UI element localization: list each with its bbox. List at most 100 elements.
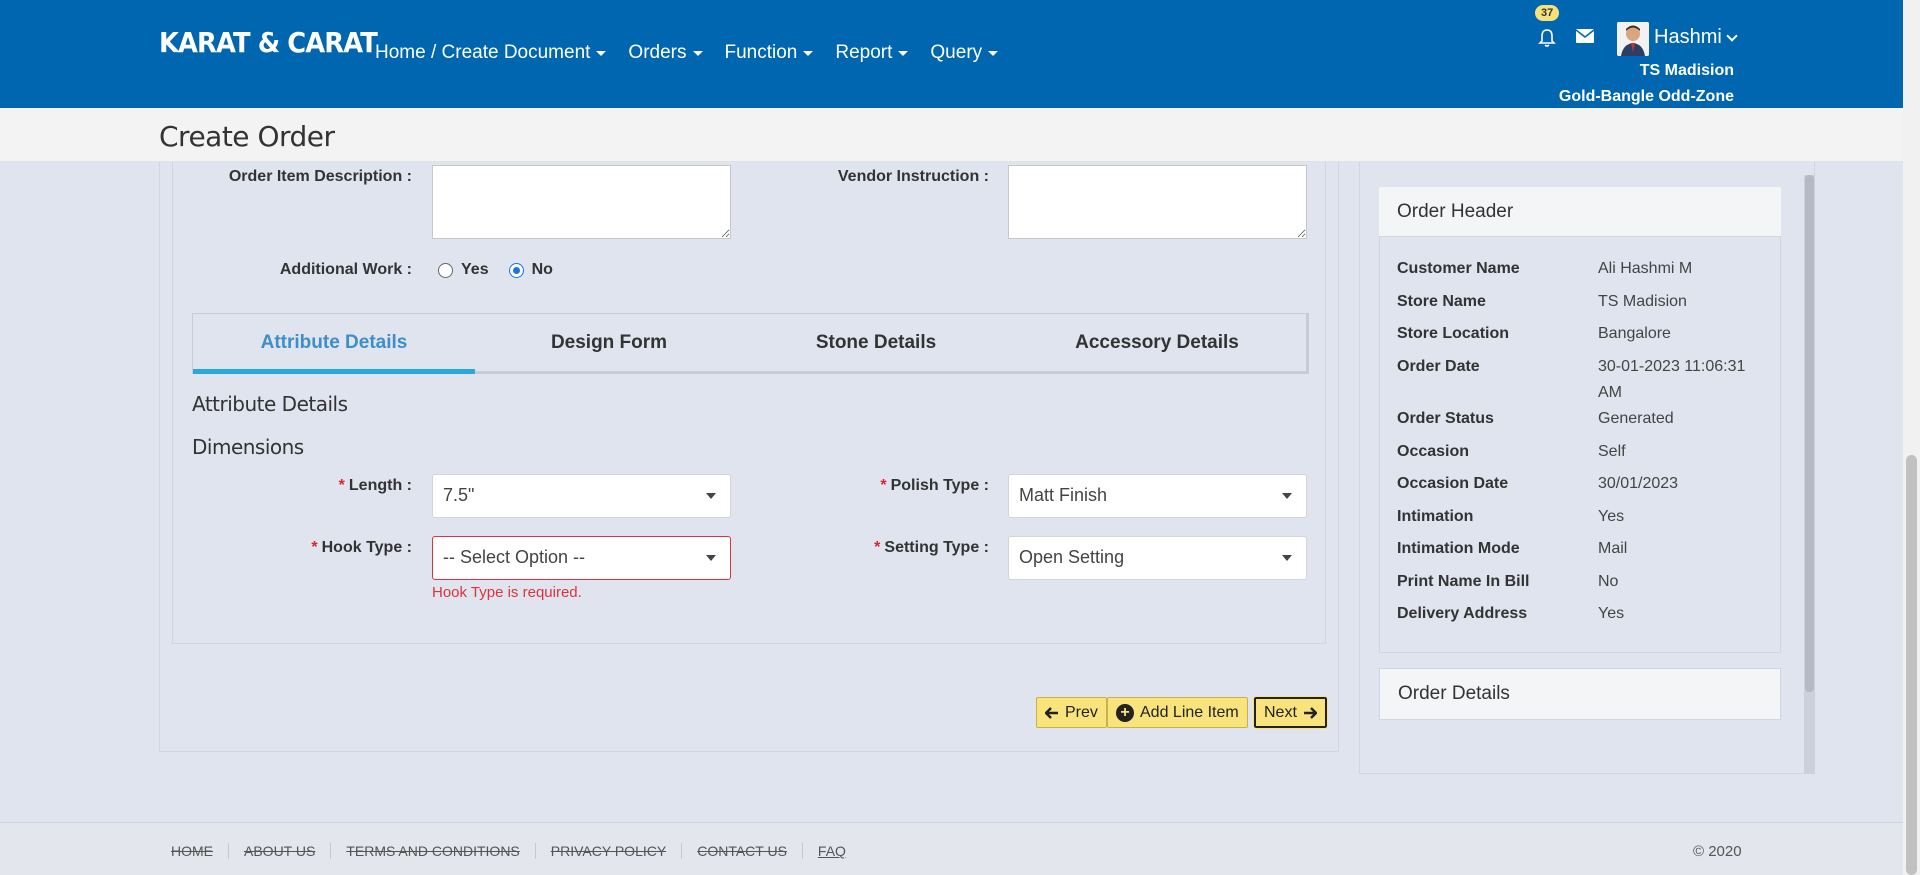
customer-name-key: Customer Name: [1397, 260, 1520, 277]
footer-link-privacy[interactable]: PRIVACY POLICY: [534, 843, 681, 859]
vendor-instruction-label: Vendor Instruction :: [837, 168, 989, 185]
footer-link-faq[interactable]: FAQ: [801, 843, 861, 859]
delivery-address-value: Yes: [1598, 605, 1625, 622]
required-mark: *: [338, 477, 345, 494]
next-button[interactable]: Next: [1253, 696, 1328, 729]
length-selected-value: 7.5": [443, 485, 475, 505]
footer-links: HOME ABOUT US TERMS AND CONDITIONS PRIVA…: [171, 843, 861, 859]
setting-type-label-text: Setting Type :: [884, 539, 989, 556]
user-photo-icon: [1617, 22, 1649, 56]
tab-stone-details[interactable]: Stone Details: [743, 314, 1009, 371]
tab-design-form[interactable]: Design Form: [475, 314, 743, 371]
setting-type-selected-value: Open Setting: [1019, 547, 1125, 567]
nav-label: Function: [724, 42, 798, 63]
tab-accessory-details[interactable]: Accessory Details: [1009, 314, 1305, 371]
nav-label: Orders: [628, 42, 687, 63]
page-title-bar: Create Order: [0, 108, 1903, 162]
copyright: © 2020: [1693, 843, 1742, 860]
store-zone: Gold-Bangle Odd-Zone: [1558, 88, 1734, 105]
occasion-date-value: 30/01/2023: [1598, 475, 1679, 492]
length-select[interactable]: 7.5": [432, 474, 731, 518]
hook-type-error: Hook Type is required.: [432, 584, 582, 601]
user-name-label: Hashmi: [1654, 26, 1722, 48]
intimation-mode-key: Intimation Mode: [1397, 540, 1520, 557]
occasion-key: Occasion: [1397, 443, 1470, 460]
plus-circle-icon: +: [1116, 703, 1134, 722]
add-line-item-label: Add Line Item: [1140, 703, 1239, 721]
arrow-left-icon: [1045, 706, 1058, 719]
polish-type-label-text: Polish Type :: [890, 477, 989, 494]
caret-down-icon: [596, 50, 607, 56]
store-name-value: TS Madision: [1598, 293, 1687, 310]
setting-type-select[interactable]: Open Setting: [1008, 536, 1307, 580]
store-name: TS Madision: [1639, 62, 1734, 79]
nav-report[interactable]: Report: [835, 42, 909, 64]
mail-icon[interactable]: [1576, 29, 1594, 43]
prev-button-label: Prev: [1065, 703, 1098, 721]
tab-attribute-details[interactable]: Attribute Details: [193, 314, 475, 374]
length-label-text: Length :: [348, 477, 412, 494]
hook-type-label: * Hook Type :: [270, 539, 412, 557]
page-scroll-thumb[interactable]: [1906, 455, 1917, 875]
dimensions-heading: Dimensions: [192, 435, 304, 459]
order-item-description-field[interactable]: [432, 165, 731, 239]
footer-link-home[interactable]: HOME: [171, 843, 228, 859]
print-name-in-bill-value: No: [1598, 573, 1619, 590]
dropdown-arrow-icon: [1282, 493, 1292, 499]
next-button-label: Next: [1264, 703, 1297, 721]
footer-link-about-us[interactable]: ABOUT US: [228, 843, 330, 859]
footer-link-contact-us[interactable]: CONTACT US: [681, 843, 802, 859]
avatar[interactable]: [1617, 22, 1649, 56]
prev-button[interactable]: Prev: [1036, 697, 1107, 728]
dropdown-arrow-icon: [706, 555, 716, 561]
delivery-address-key: Delivery Address: [1397, 605, 1528, 622]
nav-orders[interactable]: Orders: [628, 42, 703, 64]
radio-no-label: No: [531, 261, 553, 278]
order-date-value: 30-01-2023 11:06:31 AM: [1598, 358, 1746, 401]
item-tabs: Attribute Details Design Form Stone Deta…: [192, 313, 1309, 374]
nav-label: Home / Create Document: [375, 42, 591, 63]
nav-label: Report: [835, 42, 893, 63]
vendor-instruction-field[interactable]: [1008, 165, 1307, 239]
order-header-title: Order Header: [1379, 187, 1781, 237]
required-mark: *: [311, 539, 318, 556]
additional-work-label: Additional Work :: [279, 261, 412, 278]
store-location-value: Bangalore: [1598, 325, 1671, 342]
hook-type-label-text: Hook Type :: [321, 539, 412, 556]
polish-type-label: * Polish Type :: [820, 477, 989, 495]
order-item-description-label: Order Item Description :: [228, 168, 412, 185]
arrow-right-icon: [1303, 706, 1317, 719]
user-menu[interactable]: Hashmi: [1654, 26, 1738, 49]
occasion-value: Self: [1598, 443, 1626, 460]
nav-label: Query: [930, 42, 983, 63]
nav-function[interactable]: Function: [725, 42, 814, 64]
main-nav: Home / Create Document Orders Function R…: [375, 42, 999, 64]
length-label: * Length :: [300, 477, 412, 495]
intimation-key: Intimation: [1397, 508, 1474, 525]
intimation-mode-value: Mail: [1598, 540, 1628, 557]
occasion-date-key: Occasion Date: [1397, 475, 1509, 492]
print-name-in-bill-key: Print Name In Bill: [1397, 573, 1530, 590]
notification-badge: 37: [1535, 5, 1560, 21]
order-details-title[interactable]: Order Details: [1379, 668, 1781, 720]
hook-type-select[interactable]: -- Select Option --: [432, 536, 731, 580]
nav-query[interactable]: Query: [930, 42, 999, 64]
customer-name-value: Ali Hashmi M: [1598, 260, 1693, 277]
order-date-key: Order Date: [1397, 358, 1480, 375]
footer-link-terms[interactable]: TERMS AND CONDITIONS: [330, 843, 534, 859]
hook-type-selected-value: -- Select Option --: [443, 547, 586, 567]
caret-down-icon: [692, 50, 703, 56]
page-title: Create Order: [159, 120, 335, 153]
side-panel-scroll-thumb[interactable]: [1805, 175, 1814, 692]
additional-work-yes-radio[interactable]: [438, 262, 453, 278]
order-status-value: Generated: [1598, 410, 1674, 427]
setting-type-label: * Setting Type :: [820, 539, 989, 557]
nav-home-create-document[interactable]: Home / Create Document: [375, 42, 607, 64]
additional-work-no-radio[interactable]: [508, 262, 524, 278]
store-name-key: Store Name: [1397, 293, 1486, 310]
top-navbar: KARAT & CARAT Home / Create Document Ord…: [0, 0, 1903, 108]
bell-icon[interactable]: [1538, 28, 1556, 48]
brand-logo[interactable]: KARAT & CARAT: [159, 26, 378, 59]
add-line-item-button[interactable]: + Add Line Item: [1107, 697, 1248, 728]
polish-type-select[interactable]: Matt Finish: [1008, 474, 1307, 518]
